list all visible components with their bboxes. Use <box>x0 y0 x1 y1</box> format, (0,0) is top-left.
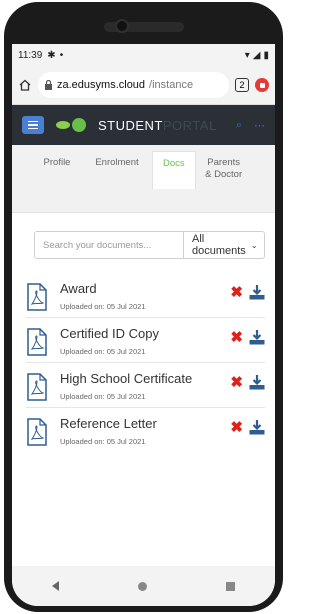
tab-profile[interactable]: Profile <box>34 153 80 172</box>
phone-camera <box>115 19 129 33</box>
url-path: /instance <box>149 79 194 91</box>
signal-icon: ◢ <box>252 49 261 61</box>
phone-frame: 11:39 ✱ • ▾ ◢ ▮ za.edusyms.cloud/instanc… <box>4 2 283 612</box>
notification-dot-icon: • <box>59 49 64 61</box>
document-actions: ✖ <box>230 285 265 300</box>
document-name: Certified ID Copy <box>60 326 159 341</box>
header-tools: ⌕ ⋯ <box>236 119 265 132</box>
back-icon[interactable] <box>51 581 59 591</box>
profile-tabs: Profile Enrolment Docs Parents & Doctor <box>12 145 275 213</box>
wifi-icon: ▾ <box>244 49 250 61</box>
delete-icon[interactable]: ✖ <box>230 375 243 390</box>
document-actions: ✖ <box>230 330 265 345</box>
more-icon[interactable]: ⋯ <box>254 119 265 132</box>
search-bar: All documents ⌄ <box>34 231 265 259</box>
document-info: Reference Letter Uploaded on: 05 Jul 202… <box>60 416 230 446</box>
home-icon[interactable] <box>18 78 32 92</box>
search-input[interactable] <box>35 232 183 258</box>
document-filter-select[interactable]: All documents ⌄ <box>183 232 264 258</box>
browser-toolbar: za.edusyms.cloud/instance 2 <box>12 66 275 105</box>
pdf-file-icon <box>27 418 47 446</box>
recent-apps-icon[interactable] <box>226 581 236 591</box>
hamburger-menu-button[interactable] <box>22 116 44 134</box>
list-item: Certified ID Copy Uploaded on: 05 Jul 20… <box>26 318 265 363</box>
address-bar[interactable]: za.edusyms.cloud/instance <box>38 72 229 98</box>
download-icon[interactable] <box>249 375 265 390</box>
pdf-file-icon <box>27 373 47 401</box>
list-item: Award Uploaded on: 05 Jul 2021 ✖ <box>26 273 265 318</box>
tab-docs[interactable]: Docs <box>152 151 196 189</box>
document-info: Certified ID Copy Uploaded on: 05 Jul 20… <box>60 326 230 356</box>
tab-parents-doctor[interactable]: Parents & Doctor <box>198 153 250 185</box>
document-name: High School Certificate <box>60 371 193 386</box>
document-upload-date: Uploaded on: 05 Jul 2021 <box>60 437 146 446</box>
extension-icon[interactable] <box>255 78 269 92</box>
document-upload-date: Uploaded on: 05 Jul 2021 <box>60 347 146 356</box>
screen: 11:39 ✱ • ▾ ◢ ▮ za.edusyms.cloud/instanc… <box>12 44 275 606</box>
settings-gear-icon: ✱ <box>47 49 56 61</box>
download-icon[interactable] <box>249 285 265 300</box>
download-icon[interactable] <box>249 330 265 345</box>
status-bar: 11:39 ✱ • ▾ ◢ ▮ <box>12 44 275 66</box>
document-actions: ✖ <box>230 420 265 435</box>
brand-primary: STUDENT <box>98 117 163 133</box>
document-info: Award Uploaded on: 05 Jul 2021 <box>60 281 230 311</box>
document-name: Award <box>60 281 97 296</box>
delete-icon[interactable]: ✖ <box>230 330 243 345</box>
url-domain: za.edusyms.cloud <box>57 79 146 91</box>
status-time: 11:39 <box>18 49 43 61</box>
list-item: Reference Letter Uploaded on: 05 Jul 202… <box>26 408 265 452</box>
battery-icon: ▮ <box>263 49 269 61</box>
portal-logo-icon <box>54 117 88 133</box>
filter-label: All documents <box>192 233 246 257</box>
tab-switcher-button[interactable]: 2 <box>235 78 249 92</box>
pdf-file-icon <box>27 283 47 311</box>
document-actions: ✖ <box>230 375 265 390</box>
document-upload-date: Uploaded on: 05 Jul 2021 <box>60 392 146 401</box>
lock-icon <box>45 80 52 90</box>
document-info: High School Certificate Uploaded on: 05 … <box>60 371 230 401</box>
brand-name: STUDENTPORTAL <box>98 118 217 133</box>
document-upload-date: Uploaded on: 05 Jul 2021 <box>60 302 146 311</box>
pdf-file-icon <box>27 328 47 356</box>
search-icon[interactable]: ⌕ <box>236 119 242 132</box>
delete-icon[interactable]: ✖ <box>230 420 243 435</box>
chevron-down-icon: ⌄ <box>250 240 258 250</box>
document-list: Award Uploaded on: 05 Jul 2021 ✖ Certifi… <box>26 273 265 452</box>
delete-icon[interactable]: ✖ <box>230 285 243 300</box>
status-icons: ▾ ◢ ▮ <box>245 50 269 61</box>
document-name: Reference Letter <box>60 416 157 431</box>
android-nav-bar <box>12 566 275 606</box>
home-circle-icon[interactable] <box>137 581 147 591</box>
app-header: STUDENTPORTAL ⌕ ⋯ <box>12 105 275 145</box>
list-item: High School Certificate Uploaded on: 05 … <box>26 363 265 408</box>
brand-secondary: PORTAL <box>162 117 217 133</box>
download-icon[interactable] <box>249 420 265 435</box>
tab-enrolment[interactable]: Enrolment <box>88 153 146 172</box>
